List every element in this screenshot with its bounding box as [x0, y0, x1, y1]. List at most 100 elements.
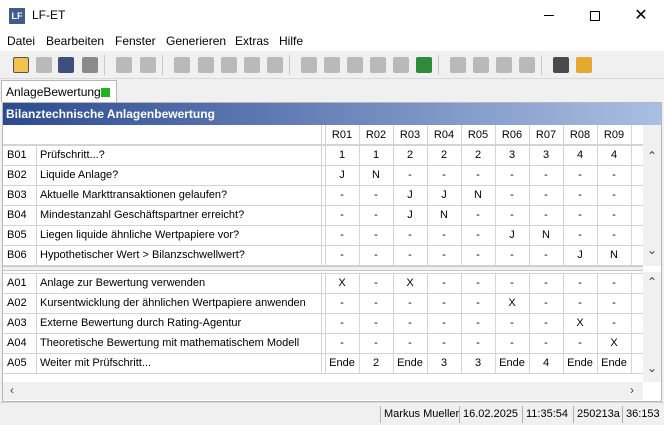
action-value[interactable]: -: [427, 293, 461, 313]
condition-value[interactable]: 2: [427, 145, 461, 165]
condition-value[interactable]: -: [563, 225, 597, 245]
condition-value[interactable]: -: [597, 185, 631, 205]
condition-text[interactable]: Liegen liquide ähnliche Wertpapiere vor?: [36, 225, 321, 245]
condition-value[interactable]: -: [359, 225, 393, 245]
arrow-right-button[interactable]: [516, 54, 538, 76]
condition-value[interactable]: -: [529, 205, 563, 225]
action-value[interactable]: -: [563, 273, 597, 293]
undo-button[interactable]: [113, 54, 135, 76]
condition-value[interactable]: N: [427, 205, 461, 225]
rule-header-r07[interactable]: R07: [529, 125, 563, 145]
condition-value[interactable]: -: [427, 245, 461, 265]
menu-hilfe[interactable]: Hilfe: [279, 34, 303, 48]
action-value[interactable]: -: [461, 313, 495, 333]
condition-value[interactable]: -: [325, 225, 359, 245]
action-text[interactable]: Weiter mit Prüfschritt...: [36, 353, 321, 373]
action-text[interactable]: Externe Bewertung durch Rating-Agentur: [36, 313, 321, 333]
action-value[interactable]: Ende: [597, 353, 631, 373]
rule-header-r09[interactable]: R09: [597, 125, 631, 145]
condition-value[interactable]: -: [563, 165, 597, 185]
action-value[interactable]: Ende: [325, 353, 359, 373]
condition-id[interactable]: B05: [3, 225, 36, 245]
condition-value[interactable]: -: [359, 245, 393, 265]
condition-value[interactable]: 1: [325, 145, 359, 165]
section-splitter[interactable]: [3, 266, 643, 271]
scroll-left-icon[interactable]: ‹: [5, 383, 19, 397]
scroll-down-icon[interactable]: ⌄: [645, 361, 659, 375]
action-value[interactable]: 3: [427, 353, 461, 373]
condition-value[interactable]: J: [393, 185, 427, 205]
condition-value[interactable]: J: [563, 245, 597, 265]
minimize-button[interactable]: [526, 0, 572, 31]
condition-value[interactable]: -: [393, 245, 427, 265]
condition-value[interactable]: -: [359, 185, 393, 205]
condition-value[interactable]: N: [529, 225, 563, 245]
condition-value[interactable]: -: [495, 185, 529, 205]
condition-value[interactable]: N: [597, 245, 631, 265]
condition-value[interactable]: -: [597, 165, 631, 185]
action-value[interactable]: -: [393, 313, 427, 333]
condition-value[interactable]: -: [495, 205, 529, 225]
action-value[interactable]: -: [495, 313, 529, 333]
condition-value[interactable]: 3: [529, 145, 563, 165]
action-value[interactable]: 4: [529, 353, 563, 373]
action-value[interactable]: -: [393, 333, 427, 353]
action-value[interactable]: -: [495, 333, 529, 353]
action-value[interactable]: -: [597, 293, 631, 313]
insert-row-button[interactable]: [298, 54, 320, 76]
action-text[interactable]: Anlage zur Bewertung verwenden: [36, 273, 321, 293]
condition-value[interactable]: -: [461, 165, 495, 185]
delete-button[interactable]: [264, 54, 286, 76]
arrow-left-button[interactable]: [493, 54, 515, 76]
condition-value[interactable]: 4: [563, 145, 597, 165]
action-value[interactable]: Ende: [563, 353, 597, 373]
action-text[interactable]: Theoretische Bewertung mit mathematische…: [36, 333, 321, 353]
action-value[interactable]: -: [359, 313, 393, 333]
action-value[interactable]: -: [563, 333, 597, 353]
action-value[interactable]: Ende: [393, 353, 427, 373]
scroll-right-icon[interactable]: ›: [625, 383, 639, 397]
condition-value[interactable]: N: [359, 165, 393, 185]
menu-bearbeiten[interactable]: Bearbeiten: [46, 34, 104, 48]
action-value[interactable]: -: [529, 273, 563, 293]
menu-fenster[interactable]: Fenster: [115, 34, 156, 48]
action-value[interactable]: -: [359, 293, 393, 313]
action-value[interactable]: -: [359, 273, 393, 293]
condition-text[interactable]: Aktuelle Markttransaktionen gelaufen?: [36, 185, 321, 205]
condition-value[interactable]: -: [461, 205, 495, 225]
find-button[interactable]: [137, 54, 159, 76]
rule-header-r03[interactable]: R03: [393, 125, 427, 145]
action-id[interactable]: A01: [3, 273, 36, 293]
condition-value[interactable]: -: [325, 205, 359, 225]
action-value[interactable]: -: [325, 293, 359, 313]
condition-value[interactable]: -: [427, 165, 461, 185]
scroll-up-icon[interactable]: ⌃: [645, 275, 659, 289]
action-value[interactable]: -: [359, 333, 393, 353]
action-value[interactable]: -: [597, 313, 631, 333]
action-id[interactable]: A04: [3, 333, 36, 353]
scroll-down-icon[interactable]: ⌄: [645, 243, 659, 257]
action-value[interactable]: X: [563, 313, 597, 333]
condition-value[interactable]: -: [393, 165, 427, 185]
action-id[interactable]: A05: [3, 353, 36, 373]
condition-value[interactable]: -: [461, 245, 495, 265]
action-value[interactable]: X: [495, 293, 529, 313]
filter-button[interactable]: [344, 54, 366, 76]
condition-value[interactable]: -: [563, 205, 597, 225]
condition-value[interactable]: -: [529, 165, 563, 185]
action-value[interactable]: -: [563, 293, 597, 313]
condition-value[interactable]: J: [495, 225, 529, 245]
paste-button[interactable]: [218, 54, 240, 76]
condition-value[interactable]: J: [325, 165, 359, 185]
condition-value[interactable]: -: [325, 245, 359, 265]
condition-value[interactable]: -: [427, 225, 461, 245]
print-button[interactable]: [79, 54, 101, 76]
rule-header-r04[interactable]: R04: [427, 125, 461, 145]
condition-id[interactable]: B02: [3, 165, 36, 185]
action-value[interactable]: X: [325, 273, 359, 293]
condition-value[interactable]: -: [529, 185, 563, 205]
condition-value[interactable]: -: [393, 225, 427, 245]
action-id[interactable]: A03: [3, 313, 36, 333]
open-file-button[interactable]: [10, 54, 32, 76]
camera-button[interactable]: [550, 54, 572, 76]
